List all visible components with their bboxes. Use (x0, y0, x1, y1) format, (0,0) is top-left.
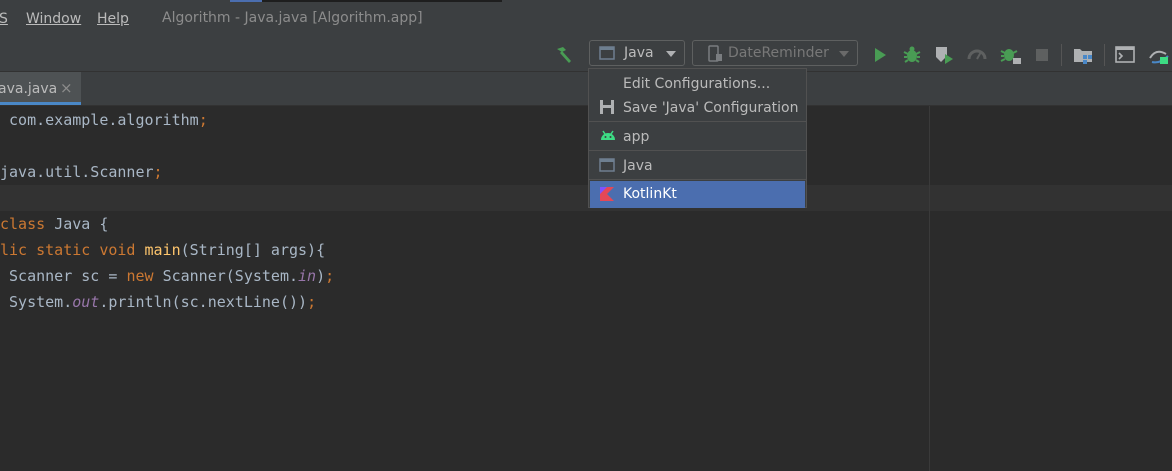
code-line[interactable]: class Java { (0, 215, 108, 233)
code-token: out (72, 293, 100, 311)
menu-help[interactable]: Help (97, 11, 129, 27)
device-combo[interactable]: DateReminder (692, 40, 858, 66)
code-token: java.util.Scanner (0, 163, 154, 181)
code-token: ; (307, 293, 317, 311)
main-toolbar: Java DateReminder (0, 40, 1172, 72)
code-token: main (144, 241, 181, 259)
code-token: Scanner(System. (162, 267, 299, 285)
code-line[interactable]: Scanner sc = new Scanner(System.in); (0, 267, 334, 285)
run-config-label: Java (624, 45, 654, 61)
profile-icon[interactable] (966, 44, 988, 70)
code-line[interactable]: System.out.println(sc.nextLine()); (0, 293, 316, 311)
code-token: lic static void (0, 241, 145, 259)
editor-tab-bar: ava.java × (0, 72, 1172, 106)
code-token: new (126, 267, 163, 285)
code-token: ; (325, 267, 335, 285)
code-token: ; (198, 111, 208, 129)
code-editor[interactable]: com.example.algorithm; java.util.Scanner;… (0, 106, 1172, 471)
code-token: System. (0, 293, 73, 311)
menu-separator (589, 150, 806, 151)
menu-vcs[interactable]: S (0, 11, 8, 27)
tab-label: ava.java (0, 81, 58, 97)
code-token: Java { (54, 215, 109, 233)
current-line-highlight (0, 185, 1172, 211)
menu-separator (589, 121, 806, 122)
menu-item-kotlinkt[interactable]: KotlinKt (590, 181, 805, 208)
java-config-icon (599, 46, 615, 64)
code-token: Scanner sc = (0, 267, 127, 285)
menu-item-app[interactable]: app (590, 124, 805, 151)
menu-item-label: app (623, 129, 650, 145)
menu-separator (589, 179, 806, 180)
code-line[interactable]: lic static void main(String[] args){ (0, 241, 325, 259)
run-config-combo[interactable]: Java (589, 40, 685, 66)
close-icon[interactable]: × (60, 79, 73, 97)
menu-item-save-configuration[interactable]: Save 'Java' Configuration (590, 95, 805, 122)
menu-item-label: Edit Configurations... (623, 76, 771, 92)
code-token: .println(sc.nextLine()) (99, 293, 308, 311)
code-token: in (298, 267, 317, 285)
code-token: ) (316, 267, 326, 285)
hammer-icon[interactable] (553, 44, 575, 70)
save-icon (599, 99, 615, 119)
code-token: com.example.algorithm (0, 111, 199, 129)
run-config-dropdown: Edit Configurations... Save 'Java' Confi… (588, 68, 807, 208)
sync-icon[interactable] (1146, 44, 1172, 70)
menu-item-edit-configurations[interactable]: Edit Configurations... (590, 71, 805, 98)
title-accent (230, 0, 262, 2)
stop-icon[interactable] (1033, 44, 1051, 70)
menu-item-label: Save 'Java' Configuration (623, 100, 799, 116)
window-title: Algorithm - Java.java [Algorithm.app] (162, 10, 423, 26)
code-token: ; (153, 163, 163, 181)
code-token: (String[] args){ (180, 241, 326, 259)
android-icon (599, 128, 617, 146)
code-token: class (0, 215, 55, 233)
title-shadow (262, 0, 502, 2)
kotlin-icon (599, 186, 615, 206)
tab-java-java[interactable]: ava.java × (0, 72, 81, 105)
project-structure-icon[interactable] (1072, 44, 1094, 70)
java-config-icon (599, 158, 615, 176)
menu-item-label: KotlinKt (623, 186, 677, 202)
code-line[interactable]: java.util.Scanner; (0, 163, 163, 181)
debug-icon[interactable] (901, 44, 923, 70)
chevron-down-icon (839, 51, 849, 57)
coverage-icon[interactable] (933, 44, 955, 70)
menu-item-label: Java (623, 158, 653, 174)
terminal-icon[interactable] (1114, 44, 1136, 70)
right-margin-guide (929, 106, 930, 471)
code-line[interactable]: com.example.algorithm; (0, 111, 208, 129)
chevron-down-icon (666, 51, 676, 57)
menu-item-java[interactable]: Java (590, 153, 805, 180)
toolbar-separator (1104, 44, 1105, 66)
device-label: DateReminder (728, 45, 829, 61)
menu-bar: S Window Help Algorithm - Java.java [Alg… (0, 0, 1172, 40)
run-icon[interactable] (871, 44, 889, 70)
attach-debugger-icon[interactable] (999, 44, 1023, 70)
menu-window[interactable]: Window (26, 11, 81, 27)
toolbar-separator (1061, 44, 1062, 66)
phone-icon (707, 45, 723, 67)
